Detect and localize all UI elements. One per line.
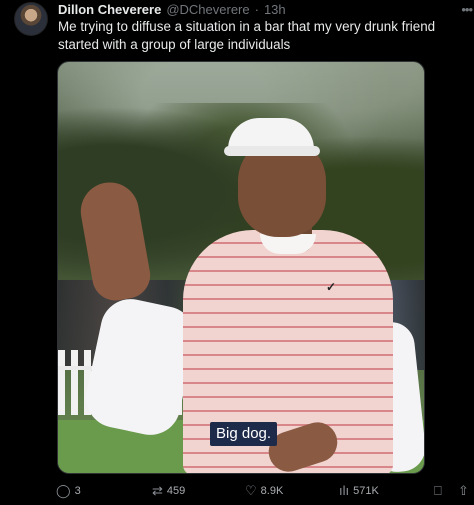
tweet-video[interactable]: ✓ Big dog. xyxy=(57,61,425,474)
views-count: 571K xyxy=(353,485,379,497)
reply-count: 3 xyxy=(74,485,81,497)
share-icon: ⇧ xyxy=(458,483,469,498)
tweet-header: Dillon Cheverere @DCheverere · 13h xyxy=(58,2,454,18)
repost-button[interactable]: ⇄ 459 xyxy=(152,484,185,498)
bookmark-icon: ⎕ xyxy=(434,483,442,498)
separator-dot: · xyxy=(254,2,259,17)
more-horizontal-icon[interactable]: ••• xyxy=(461,2,473,17)
heart-icon: ♡ xyxy=(245,483,257,498)
reply-button[interactable]: ◯ 3 xyxy=(56,484,81,498)
like-count: 8.9K xyxy=(260,485,284,497)
repost-count: 459 xyxy=(166,485,186,497)
repost-icon: ⇄ xyxy=(152,483,163,498)
tweet-text: Me trying to diffuse a situation in a ba… xyxy=(58,19,436,52)
bookmark-button[interactable]: ⎕ xyxy=(434,484,442,498)
views-button[interactable]: ılı 571K xyxy=(339,484,379,498)
tweet[interactable]: Dillon Cheverere @DCheverere · 13h ••• M… xyxy=(0,0,474,505)
video-caption: Big dog. xyxy=(210,422,278,446)
reply-icon: ◯ xyxy=(56,483,71,498)
share-button[interactable]: ⇧ xyxy=(458,484,469,498)
avatar[interactable] xyxy=(14,2,48,36)
swoosh-logo: ✓ xyxy=(326,280,337,294)
like-button[interactable]: ♡ 8.9K xyxy=(245,484,283,498)
action-bar: ◯ 3 ⇄ 459 ♡ 8.9K ılı 571K ⎕ ⇧ xyxy=(56,484,474,502)
views-chart-icon: ılı xyxy=(339,483,350,498)
author-handle[interactable]: @DCheverere xyxy=(166,2,249,17)
golfer-cap-brim xyxy=(224,146,320,156)
timestamp[interactable]: 13h xyxy=(264,2,286,17)
author-name[interactable]: Dillon Cheverere xyxy=(58,2,161,17)
